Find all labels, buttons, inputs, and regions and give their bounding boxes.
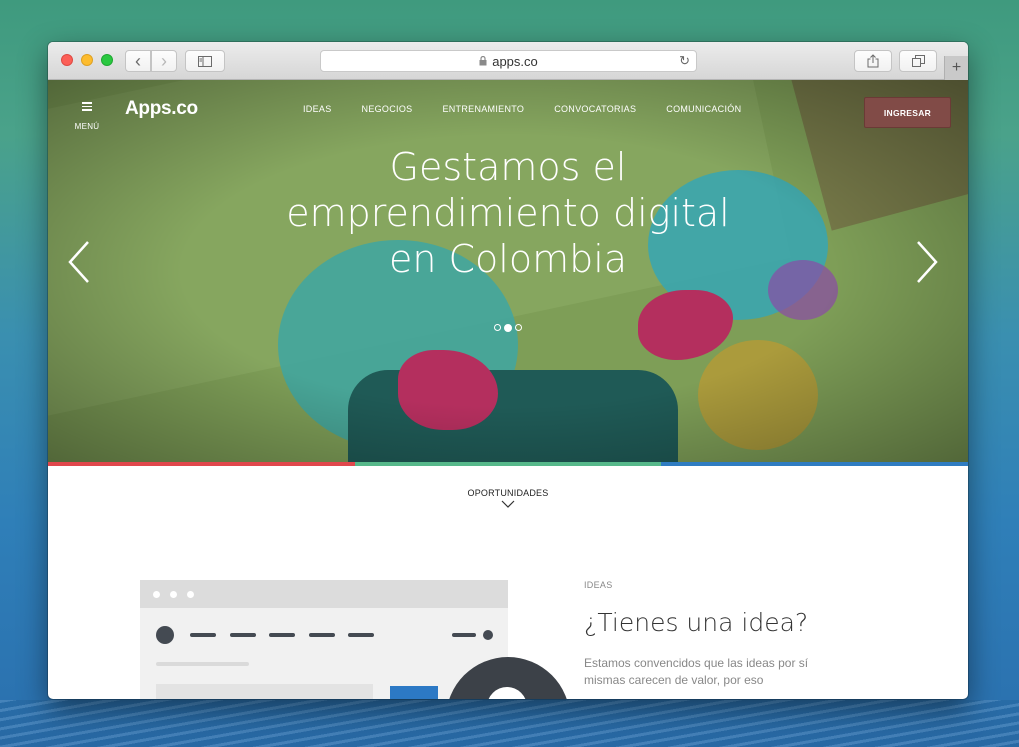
mockup-line [156,662,249,666]
minimize-window-button[interactable] [81,54,93,66]
sidebar-icon [198,55,212,67]
back-button[interactable]: ‹ [125,50,151,72]
url-text: apps.co [492,53,538,69]
chevron-left-icon [68,241,89,283]
hero-title-line: Gestamos el [389,145,627,189]
ideas-section: IDEAS ¿Tienes una idea? Estamos convenci… [584,580,844,689]
carousel-dot[interactable] [515,324,522,331]
carousel-prev-button[interactable] [64,240,94,284]
strip-segment-blue [661,462,968,466]
opportunities-link[interactable]: OPORTUNIDADES [48,488,968,509]
reload-icon[interactable]: ↻ [679,53,690,69]
mockup-card [156,684,373,699]
share-button[interactable] [854,50,892,72]
close-window-button[interactable] [61,54,73,66]
mockup-block [390,686,438,699]
chevron-left-icon: ‹ [135,51,141,71]
nav-link-negocios[interactable]: NEGOCIOS [362,104,413,114]
plus-icon: + [951,59,962,76]
lock-icon [479,56,487,66]
hero-title-line: emprendimiento digital [286,191,730,235]
login-button[interactable]: INGRESAR [864,97,951,128]
main-nav: IDEAS NEGOCIOS ENTRENAMIENTO CONVOCATORI… [303,104,771,114]
carousel-next-button[interactable] [912,240,942,284]
nav-link-convocatorias[interactable]: CONVOCATORIAS [554,104,636,114]
mockup-row [156,626,508,644]
app-mockup-illustration [140,580,508,699]
opportunities-label: OPORTUNIDADES [467,488,549,498]
desktop-wallpaper [0,700,1019,747]
forward-button[interactable]: › [151,50,177,72]
new-tab-button[interactable]: + [944,56,968,80]
share-icon [867,54,879,68]
color-strip [48,462,968,466]
section-title: ¿Tienes una idea? [584,608,809,637]
strip-segment-red [48,462,355,466]
nav-link-entrenamiento[interactable]: ENTRENAMIENTO [442,104,524,114]
sidebar-toggle-button[interactable] [185,50,225,72]
section-text: Estamos convencidos que las ideas por sí… [584,656,809,687]
tab-overview-button[interactable] [899,50,937,72]
address-bar[interactable]: apps.co ↻ [320,50,697,72]
tabs-icon [911,55,925,67]
section-tag: IDEAS [584,580,613,590]
nav-link-comunicacion[interactable]: COMUNICACIÓN [666,104,741,114]
hamburger-icon [82,102,92,111]
browser-toolbar: ‹ › apps.co ↻ + [48,42,968,80]
carousel-dot[interactable] [494,324,501,331]
site-header: MENÚ Apps.co IDEAS NEGOCIOS ENTRENAMIENT… [48,80,968,140]
strip-segment-green [354,462,662,466]
menu-button[interactable]: MENÚ [72,102,102,134]
chevron-right-icon: › [161,51,167,71]
mockup-titlebar [140,580,508,608]
chevron-right-icon [917,241,938,283]
carousel-indicators [494,323,525,332]
hero-carousel: MENÚ Apps.co IDEAS NEGOCIOS ENTRENAMIENT… [48,80,968,462]
hero-title: Gestamos el emprendimiento digital en Co… [48,144,968,282]
nav-link-ideas[interactable]: IDEAS [303,104,332,114]
chevron-down-icon [501,500,515,508]
hero-title-line: en Colombia [388,237,628,281]
maximize-window-button[interactable] [101,54,113,66]
browser-window: ‹ › apps.co ↻ + MENÚ Apps.co IDEAS NEGOC… [48,42,968,699]
menu-label: MENÚ [74,121,100,131]
carousel-dot-active[interactable] [504,323,512,332]
site-logo[interactable]: Apps.co [125,98,198,120]
